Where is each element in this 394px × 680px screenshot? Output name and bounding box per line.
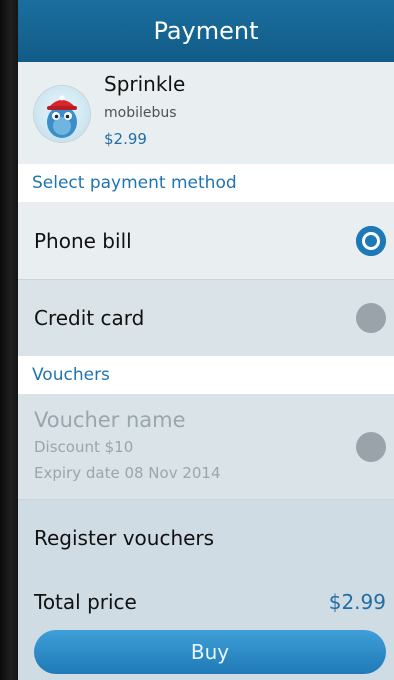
total-price-label: Total price xyxy=(34,590,137,614)
buy-button[interactable]: Buy xyxy=(34,630,386,674)
register-vouchers-button[interactable]: Register vouchers xyxy=(18,500,394,576)
page-title: Payment xyxy=(18,0,394,62)
register-vouchers-label: Register vouchers xyxy=(34,526,215,550)
app-summary: Sprinkle mobilebus $2.99 xyxy=(18,62,394,164)
voucher-item[interactable]: Voucher name Discount $10 Expiry date 08… xyxy=(18,394,394,500)
voucher-discount: Discount $10 xyxy=(34,438,134,456)
app-publisher: mobilebus xyxy=(104,105,177,121)
radio-unselected-icon[interactable] xyxy=(356,432,386,462)
radio-selected-icon[interactable] xyxy=(356,226,386,256)
payment-screen: Payment Sprinkle mobilebus $2.99 Select … xyxy=(18,0,394,680)
buy-area: Buy xyxy=(18,626,394,680)
vouchers-section-header: Vouchers xyxy=(18,356,394,394)
payment-option-credit-card[interactable]: Credit card xyxy=(18,280,394,356)
payment-option-label: Phone bill xyxy=(34,229,132,253)
voucher-expiry: Expiry date 08 Nov 2014 xyxy=(34,464,221,482)
app-price: $2.99 xyxy=(104,130,147,148)
payment-option-label: Credit card xyxy=(34,306,145,330)
payment-option-phone-bill[interactable]: Phone bill xyxy=(18,202,394,280)
sprinkle-mascot-icon xyxy=(34,86,90,142)
device-bezel xyxy=(0,0,18,680)
total-price-row: Total price $2.99 xyxy=(18,576,394,626)
voucher-name: Voucher name xyxy=(34,408,186,432)
radio-unselected-icon[interactable] xyxy=(356,303,386,333)
app-name: Sprinkle xyxy=(104,72,186,96)
total-price-value: $2.99 xyxy=(328,590,386,614)
payment-method-section-header: Select payment method xyxy=(18,164,394,202)
